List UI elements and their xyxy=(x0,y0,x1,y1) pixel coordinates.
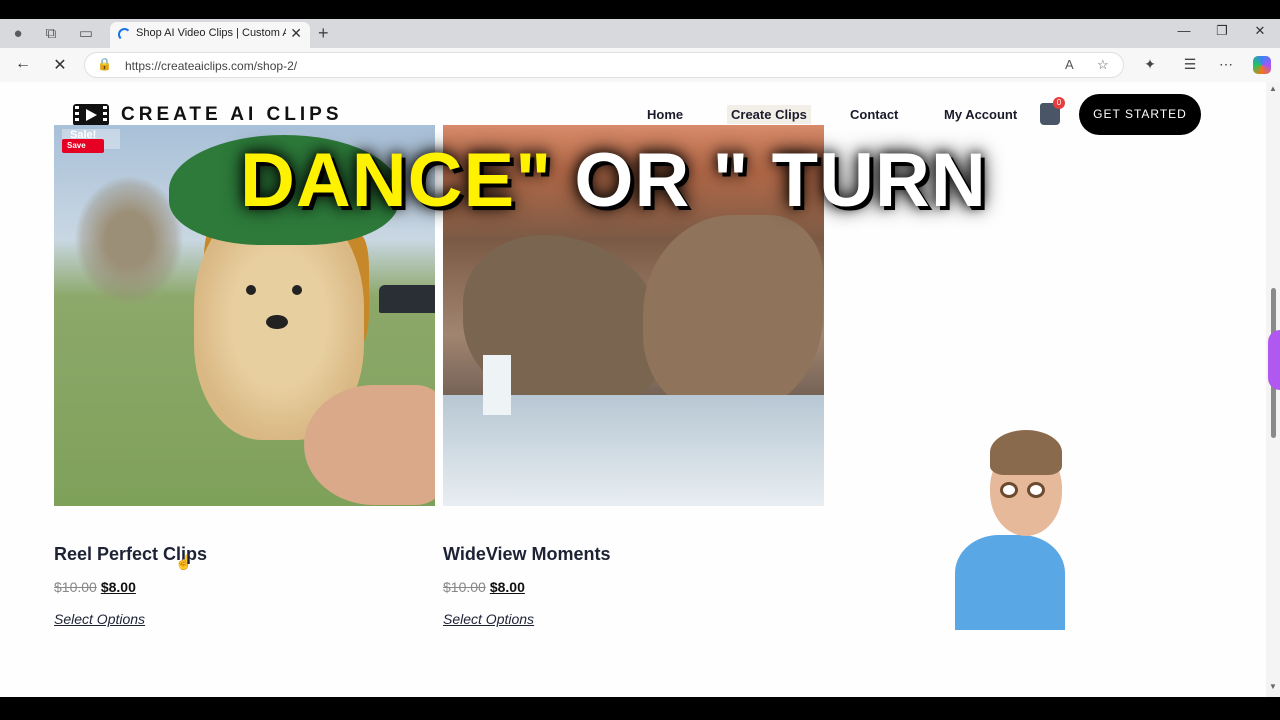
presenter-avatar xyxy=(945,430,1070,630)
nav-contact[interactable]: Contact xyxy=(850,107,898,122)
select-options-link[interactable]: Select Options xyxy=(443,611,534,627)
product-price: $10.00 $8.00 xyxy=(443,579,525,595)
navigation-bar: ← ✕ 🔒 https://createaiclips.com/shop-2/ … xyxy=(0,48,1280,82)
sale-price: $8.00 xyxy=(489,579,525,595)
site-logo[interactable]: CREATE AI CLIPS xyxy=(73,104,343,126)
extensions-icon[interactable]: ✦ xyxy=(1141,56,1159,73)
old-price: $10.00 xyxy=(54,579,97,595)
product-title[interactable]: WideView Moments xyxy=(443,544,611,565)
pinterest-save-button[interactable]: Save xyxy=(62,139,104,153)
loading-icon xyxy=(118,28,131,41)
nav-my-account[interactable]: My Account xyxy=(944,107,1017,122)
nav-create-clips[interactable]: Create Clips xyxy=(727,105,811,124)
close-tab-icon[interactable]: ✕ xyxy=(290,25,302,42)
logo-text: CREATE AI CLIPS xyxy=(121,104,343,125)
film-icon xyxy=(73,104,109,126)
product-price: $10.00 $8.00 xyxy=(54,579,136,595)
url-text: https://createaiclips.com/shop-2/ xyxy=(125,59,298,73)
caption-text: OR " TURN xyxy=(552,138,987,223)
copilot-icon[interactable] xyxy=(1253,56,1271,74)
old-price: $10.00 xyxy=(443,579,486,595)
workspaces-icon[interactable]: ⧉ xyxy=(42,25,60,43)
active-tab[interactable]: Shop AI Video Clips | Custom AI- ✕ xyxy=(110,22,310,48)
profile-icon[interactable]: ● xyxy=(9,25,27,43)
cart-count-badge: 0 xyxy=(1053,97,1065,109)
scroll-up-icon[interactable]: ▲ xyxy=(1269,84,1277,93)
side-widget-tab[interactable] xyxy=(1268,330,1280,390)
favorites-icon[interactable]: ☰ xyxy=(1181,56,1199,73)
hand-cursor-icon: ☝ xyxy=(175,554,193,570)
scroll-down-icon[interactable]: ▼ xyxy=(1269,682,1277,691)
tab-actions-icon[interactable]: ▭ xyxy=(77,25,95,43)
address-bar[interactable]: 🔒 https://createaiclips.com/shop-2/ A ☆ xyxy=(84,52,1124,78)
bottom-bar xyxy=(0,697,1280,720)
close-window-icon[interactable]: ✕ xyxy=(1250,23,1270,39)
back-icon[interactable]: ← xyxy=(13,55,33,73)
get-started-button[interactable]: GET STARTED xyxy=(1079,94,1201,135)
tab-bar: ● ⧉ ▭ Shop AI Video Clips | Custom AI- ✕… xyxy=(0,19,1280,48)
select-options-link[interactable]: Select Options xyxy=(54,611,145,627)
stop-icon[interactable]: ✕ xyxy=(50,55,70,75)
web-page: CREATE AI CLIPS Home Create Clips Contac… xyxy=(0,82,1280,697)
new-tab-icon[interactable]: + xyxy=(318,23,329,44)
favorite-icon[interactable]: ☆ xyxy=(1097,57,1109,73)
restore-icon[interactable]: ❐ xyxy=(1212,23,1232,39)
more-icon[interactable]: ⋯ xyxy=(1217,56,1235,73)
lock-icon[interactable]: 🔒 xyxy=(97,57,112,71)
screen: ● ⧉ ▭ Shop AI Video Clips | Custom AI- ✕… xyxy=(0,0,1280,720)
sale-price: $8.00 xyxy=(100,579,136,595)
caption-highlight: DANCE" xyxy=(240,138,553,223)
video-caption-overlay: DANCE" OR " TURN xyxy=(240,137,987,224)
tab-title: Shop AI Video Clips | Custom AI- xyxy=(136,27,286,39)
read-aloud-icon[interactable]: A xyxy=(1065,57,1074,72)
minimize-icon[interactable]: — xyxy=(1174,23,1194,38)
nav-home[interactable]: Home xyxy=(647,107,683,122)
